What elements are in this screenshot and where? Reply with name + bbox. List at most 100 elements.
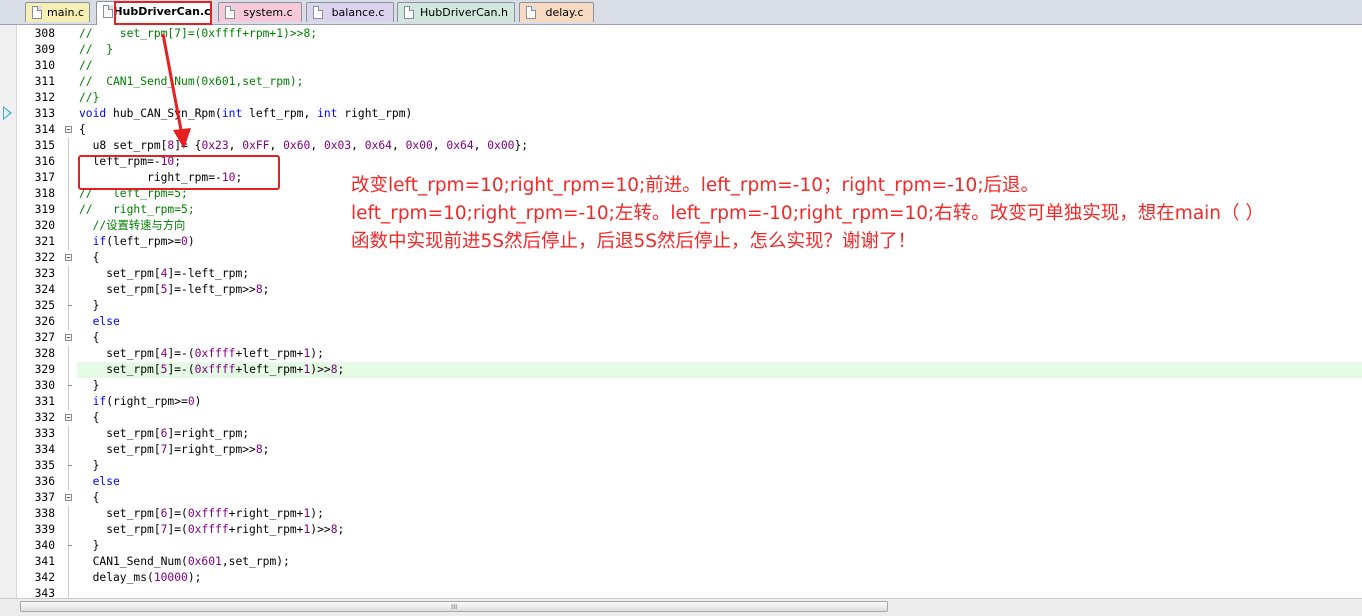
line-number: 311 (34, 75, 55, 88)
fold-marker (61, 42, 77, 58)
fold-collapse-icon[interactable] (65, 414, 72, 421)
line-number: 334 (34, 443, 55, 456)
code-line[interactable]: //} (77, 90, 1362, 106)
fold-guide (68, 378, 69, 394)
fold-marker[interactable] (61, 122, 77, 138)
fold-guide (68, 426, 69, 442)
code-line[interactable]: void hub_CAN_Syn_Rpm(int left_rpm, int r… (77, 106, 1362, 122)
fold-marker (61, 538, 77, 554)
code-line[interactable]: set_rpm[7]=(0xffff+right_rpm+1)>>8; (77, 522, 1362, 538)
line-number: 314 (34, 123, 55, 136)
fold-guide (68, 170, 69, 186)
fold-end-marker (68, 465, 72, 466)
fold-marker[interactable] (61, 490, 77, 506)
code-line[interactable]: CAN1_Send_Num(0x601,set_rpm); (77, 554, 1362, 570)
line-number-gutter: 308 309 310 311 312 313 314 315 316 317 318 319 320 3… (17, 25, 61, 598)
line-number: 337 (34, 491, 55, 504)
line-number: 322 (34, 251, 55, 264)
fold-marker (61, 106, 77, 122)
line-number: 323 (34, 267, 55, 280)
fold-collapse-icon[interactable] (65, 126, 72, 133)
line-number: 335 (34, 459, 55, 472)
tab-main-c[interactable]: main.c (25, 2, 90, 22)
line-number: 340 (34, 539, 55, 552)
code-line[interactable]: // } (77, 42, 1362, 58)
code-line[interactable]: } (77, 298, 1362, 314)
fold-collapse-icon[interactable] (65, 494, 72, 501)
fold-collapse-icon[interactable] (65, 334, 72, 341)
code-line[interactable]: set_rpm[5]=-(0xffff+left_rpm+1)>>8; (77, 362, 1362, 378)
tab-system-c[interactable]: system.c (218, 2, 302, 22)
code-line[interactable]: { (77, 122, 1362, 138)
fold-guide (68, 138, 69, 154)
fold-marker (61, 298, 77, 314)
code-line[interactable]: u8 set_rpm[8]= {0x23, 0xFF, 0x60, 0x03, … (77, 138, 1362, 154)
code-line[interactable]: else (77, 474, 1362, 490)
tab-label: main.c (46, 6, 85, 19)
code-line[interactable]: // CAN1_Send_Num(0x601,set_rpm); (77, 74, 1362, 90)
fold-collapse-icon[interactable] (65, 254, 72, 261)
fold-end-marker (68, 545, 72, 546)
scrollbar-thumb[interactable]: III (20, 601, 888, 612)
line-number: 315 (34, 139, 55, 152)
code-line[interactable]: } (77, 538, 1362, 554)
line-number: 320 (34, 219, 55, 232)
fold-end-marker (68, 385, 72, 386)
fold-guide (68, 442, 69, 458)
code-line[interactable]: set_rpm[7]=right_rpm>>8; (77, 442, 1362, 458)
fold-marker (61, 58, 77, 74)
fold-marker (61, 90, 77, 106)
horizontal-scrollbar[interactable]: III (0, 598, 1362, 616)
code-line[interactable]: delay_ms(10000); (77, 570, 1362, 586)
fold-marker (61, 378, 77, 394)
code-line[interactable]: } (77, 458, 1362, 474)
line-number: 316 (34, 155, 55, 168)
tab-annotation-box (114, 1, 212, 25)
code-line[interactable]: else (77, 314, 1362, 330)
code-line[interactable] (77, 586, 1362, 598)
tab-balance-c[interactable]: balance.c (306, 2, 394, 22)
code-editor[interactable]: 308 309 310 311 312 313 314 315 316 317 318 319 320 3… (0, 25, 1362, 598)
fold-guide (68, 218, 69, 234)
fold-end-marker (68, 305, 72, 306)
code-line[interactable]: // set_rpm[7]=(0xffff+rpm+1)>>8; (77, 26, 1362, 42)
fold-marker[interactable] (61, 250, 77, 266)
line-number: 309 (34, 43, 55, 56)
code-line[interactable]: { (77, 490, 1362, 506)
line-number: 324 (34, 283, 55, 296)
code-line[interactable]: { (77, 330, 1362, 346)
fold-marker (61, 346, 77, 362)
code-line[interactable]: } (77, 378, 1362, 394)
fold-guide (68, 522, 69, 538)
tab-delay-c[interactable]: delay.c (519, 2, 594, 22)
fold-guide (68, 506, 69, 522)
fold-marker (61, 458, 77, 474)
fold-guide (68, 266, 69, 282)
line-number: 338 (34, 507, 55, 520)
line-number: 325 (34, 299, 55, 312)
fold-marker[interactable] (61, 330, 77, 346)
fold-marker[interactable] (61, 410, 77, 426)
fold-margin[interactable] (61, 25, 77, 598)
line-number: 341 (34, 555, 55, 568)
code-line[interactable]: // (77, 58, 1362, 74)
tab-hubdrivercan-h[interactable]: HubDriverCan.h (397, 2, 515, 22)
line-number: 332 (34, 411, 55, 424)
code-line[interactable]: set_rpm[6]=right_rpm; (77, 426, 1362, 442)
code-text-area[interactable]: // set_rpm[7]=(0xffff+rpm+1)>>8;// }////… (77, 25, 1362, 598)
fold-marker (61, 218, 77, 234)
fold-marker (61, 474, 77, 490)
breakpoint-margin[interactable] (0, 25, 17, 598)
code-line[interactable]: set_rpm[6]=(0xffff+right_rpm+1); (77, 506, 1362, 522)
fold-guide (68, 570, 69, 586)
fold-marker (61, 442, 77, 458)
scrollbar-grip-icon: III (451, 603, 458, 611)
code-line[interactable]: { (77, 410, 1362, 426)
code-line[interactable]: set_rpm[4]=-(0xffff+left_rpm+1); (77, 346, 1362, 362)
annotation-line-2: left_rpm=10;right_rpm=-10;左转。left_rpm=-1… (351, 203, 1264, 224)
fold-marker (61, 314, 77, 330)
tab-label: system.c (243, 6, 293, 19)
code-line[interactable]: if(right_rpm>=0) (77, 394, 1362, 410)
code-line[interactable]: set_rpm[4]=-left_rpm; (77, 266, 1362, 282)
code-line[interactable]: set_rpm[5]=-left_rpm>>8; (77, 282, 1362, 298)
